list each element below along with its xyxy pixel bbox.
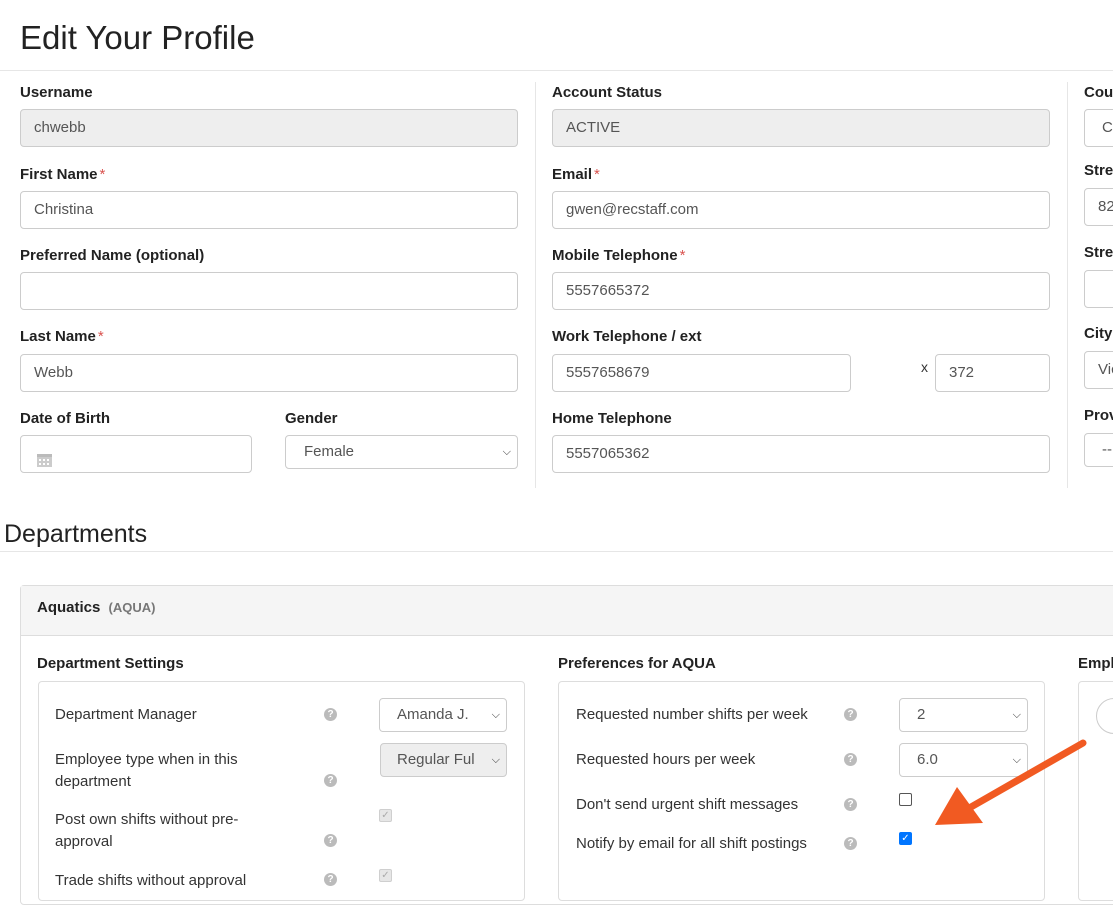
gender-value: Female [304, 443, 355, 460]
department-code: (AQUA) [108, 600, 156, 615]
street1-field[interactable]: 82 [1084, 188, 1113, 226]
city-field[interactable]: Vic [1084, 351, 1113, 389]
mobile-field[interactable]: 5557665372 [552, 272, 1050, 310]
province-label: Prov [1084, 407, 1113, 424]
chevron-down-icon: ⌵ [491, 709, 500, 721]
email-field[interactable]: gwen@recstaff.com [552, 191, 1050, 229]
account-status-label: Account Status [552, 84, 663, 101]
department-manager-value: Amanda J. [397, 706, 469, 723]
question-circle-icon[interactable]: ? [324, 708, 337, 721]
employee-column-title: Empl [1078, 655, 1113, 672]
post-shifts-checkbox[interactable]: ✓ [379, 809, 392, 822]
employee-type-value: Regular Ful [397, 751, 475, 768]
gender-select[interactable]: Female ⌵ [285, 435, 518, 469]
column-divider [1067, 82, 1068, 488]
department-panel-header [21, 586, 1113, 636]
username-label: Username [20, 84, 93, 101]
department-settings-title: Department Settings [37, 655, 184, 672]
question-circle-icon[interactable]: ? [324, 834, 337, 847]
country-field[interactable]: C [1084, 109, 1113, 147]
department-name: Aquatics [37, 599, 101, 616]
last-name-field[interactable]: Webb [20, 354, 518, 392]
preferred-name-label: Preferred Name (optional) [20, 247, 205, 264]
country-label: Cou [1084, 84, 1113, 101]
setting-label-trade-shifts: Trade shifts without approval [55, 872, 247, 889]
work-ext-field[interactable]: 372 [935, 354, 1050, 392]
dob-field[interactable] [20, 435, 252, 473]
department-title: Aquatics (AQUA) [37, 599, 155, 616]
account-status-field[interactable]: ACTIVE [552, 109, 1050, 147]
urgent-messages-checkbox[interactable] [899, 793, 912, 806]
shifts-per-week-select[interactable]: 2 ⌵ [899, 698, 1028, 732]
work-phone-field[interactable]: 5557658679 [552, 354, 851, 392]
departments-heading: Departments [4, 520, 148, 548]
work-phone-label: Work Telephone / ext [552, 328, 702, 345]
chevron-down-icon: ⌵ [491, 754, 500, 766]
header-divider [0, 70, 1113, 71]
province-select[interactable]: -- [1084, 433, 1113, 467]
pref-label-shifts-per-week: Requested number shifts per week [576, 706, 808, 723]
email-label: Email * [552, 166, 600, 183]
pref-label-hours-per-week: Requested hours per week [576, 751, 756, 768]
setting-label-manager: Department Manager [55, 706, 197, 723]
setting-label-post-shifts: Post own shifts without pre-approval [55, 811, 239, 850]
notify-email-checkbox[interactable]: ✓ [899, 832, 912, 845]
first-name-label: First Name * [20, 166, 106, 183]
required-marker: * [99, 166, 106, 183]
question-circle-icon[interactable]: ? [324, 774, 337, 787]
preferences-title: Preferences for AQUA [558, 655, 716, 672]
calendar-icon [36, 446, 53, 467]
ext-prefix: x [921, 359, 928, 375]
question-circle-icon[interactable]: ? [324, 873, 337, 886]
department-manager-select[interactable]: Amanda J. ⌵ [379, 698, 507, 732]
first-name-field[interactable]: Christina [20, 191, 518, 229]
question-circle-icon[interactable]: ? [844, 708, 857, 721]
last-name-label: Last Name * [20, 328, 104, 345]
column-divider [535, 82, 536, 488]
page-title: Edit Your Profile [20, 19, 255, 56]
dob-label: Date of Birth [20, 410, 110, 427]
username-field[interactable]: chwebb [20, 109, 518, 147]
gender-label: Gender [285, 410, 338, 427]
annotation-arrow-icon [935, 739, 1087, 825]
pref-label-urgent-messages: Don't send urgent shift messages [576, 796, 799, 813]
home-phone-field[interactable]: 5557065362 [552, 435, 1050, 473]
required-marker: * [97, 328, 104, 345]
question-circle-icon[interactable]: ? [844, 837, 857, 850]
question-circle-icon[interactable]: ? [844, 753, 857, 766]
trade-shifts-checkbox[interactable]: ✓ [379, 869, 392, 882]
required-marker: * [594, 166, 600, 183]
departments-divider [0, 551, 1113, 552]
street2-label: Stre [1084, 244, 1113, 261]
city-label: City [1084, 325, 1113, 342]
pref-label-notify-email: Notify by email for all shift postings [576, 835, 807, 852]
home-phone-label: Home Telephone [552, 410, 672, 427]
shifts-per-week-value: 2 [917, 706, 926, 723]
street1-label: Stre [1084, 162, 1113, 179]
mobile-label: Mobile Telephone * [552, 247, 686, 264]
chevron-down-icon: ⌵ [1012, 709, 1021, 721]
chevron-down-icon: ⌵ [502, 446, 511, 458]
required-marker: * [679, 247, 686, 264]
preferred-name-field[interactable] [20, 272, 518, 310]
question-circle-icon[interactable]: ? [844, 798, 857, 811]
setting-label-employee-type: Employee type when in this department [55, 751, 238, 790]
employee-type-select[interactable]: Regular Ful ⌵ [380, 743, 507, 777]
street2-field[interactable] [1084, 270, 1113, 308]
